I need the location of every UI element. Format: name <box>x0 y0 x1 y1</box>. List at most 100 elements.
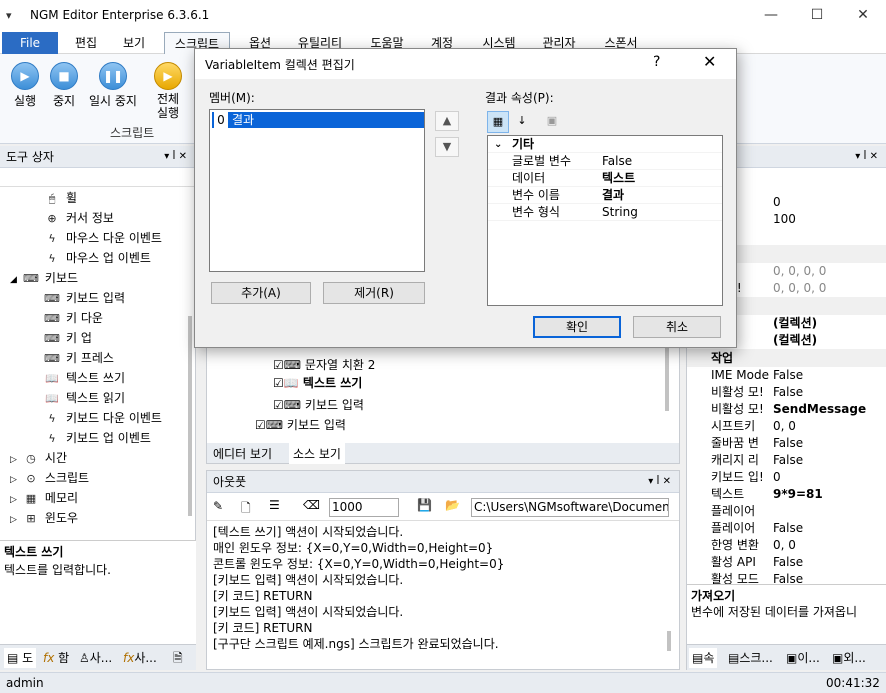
cancel-button[interactable]: 취소 <box>633 316 721 338</box>
stop-button[interactable]: ■ 중지 <box>44 62 84 109</box>
collapse-arrow-icon[interactable]: ▷ <box>10 455 17 465</box>
member-item-selected[interactable]: 0 결과 <box>212 112 424 128</box>
pane-pin-icon[interactable]: ▾ ꟾ ✕ <box>164 146 187 168</box>
toolbox-scrollbar[interactable] <box>188 316 192 516</box>
property-row[interactable]: 한영 변환 0, 0 <box>687 537 886 554</box>
grid-row-data[interactable]: 데이터 텍스트 <box>488 170 722 187</box>
move-up-icon[interactable]: ▲ <box>435 111 459 131</box>
lines-icon[interactable]: ☰ <box>269 498 280 512</box>
editor-item-text-write[interactable]: ☑📖 텍스트 쓰기 <box>273 373 362 393</box>
add-button[interactable]: 추가(A) <box>211 282 311 304</box>
property-row[interactable]: 캐리지 리 False <box>687 452 886 469</box>
tree-item-mouse-up[interactable]: ϟ 마우스 업 이벤트 <box>44 248 151 268</box>
property-row[interactable]: 플레이어 <box>687 503 886 520</box>
collapse-arrow-icon[interactable]: ▷ <box>10 475 17 485</box>
tree-item-memory[interactable]: ▷ ▦ 메모리 <box>10 488 78 508</box>
checkbox-checked-icon[interactable]: ☑ <box>273 358 284 372</box>
tab-user-functions[interactable]: fx사... <box>120 648 160 668</box>
expand-arrow-icon[interactable]: ◢ <box>10 275 17 285</box>
property-row[interactable]: IME Mode False <box>687 367 886 384</box>
collapse-arrow-icon[interactable]: ▷ <box>10 495 17 505</box>
property-row[interactable]: 비활성 모! False <box>687 384 886 401</box>
checkbox-checked-icon[interactable]: ☑ <box>255 418 266 432</box>
property-category[interactable]: 작업 <box>687 349 886 367</box>
pane-pin-icon[interactable]: ▾ ꟾ ✕ <box>855 146 878 168</box>
tab-source-view[interactable]: 소스 보기 <box>289 443 345 464</box>
eraser-icon[interactable]: ⌫ <box>303 498 320 512</box>
run-all-button[interactable]: ▶ 전체 실행 <box>148 62 188 120</box>
property-row[interactable]: 키보드 입! 0 <box>687 469 886 486</box>
pause-button[interactable]: ❚❚ 일시 중지 <box>84 62 142 109</box>
property-pages-icon[interactable]: ▣ <box>541 111 563 133</box>
tree-item-keyboard-input[interactable]: ⌨ 키보드 입력 <box>44 288 125 308</box>
tree-item-keyboard-down-event[interactable]: ϟ 키보드 다운 이벤트 <box>44 408 162 428</box>
folder-icon[interactable]: 📂 <box>445 498 460 512</box>
members-list[interactable]: 0 결과 <box>209 109 425 272</box>
dialog-close-button[interactable]: ✕ <box>703 52 716 71</box>
collapse-chevron-icon[interactable]: ⌄ <box>494 136 502 153</box>
editor-item-keyboard-input-2[interactable]: ☑⌨ 키보드 입력 <box>255 415 346 435</box>
tree-item-keyboard-up-event[interactable]: ϟ 키보드 업 이벤트 <box>44 428 151 448</box>
property-value: 0, 0 <box>773 419 796 433</box>
property-row[interactable]: 줄바꿈 변 False <box>687 435 886 452</box>
tree-item-key-down[interactable]: ⌨ 키 다운 <box>44 308 103 328</box>
editor-scrollbar[interactable] <box>665 341 669 411</box>
grid-row-global[interactable]: 글로벌 변수 False <box>488 153 722 170</box>
tab-document[interactable]: 🗎 <box>170 648 186 668</box>
tree-item-wheel[interactable]: 🖱 휠 <box>44 188 77 208</box>
editor-item-replace[interactable]: ☑⌨ 문자열 치환 2 <box>273 355 375 375</box>
tree-item-cursor-info[interactable]: ⊕ 커서 정보 <box>44 208 114 228</box>
tab-functions[interactable]: fx 함 <box>40 648 72 668</box>
help-button[interactable]: ? <box>653 54 660 70</box>
tree-item-text-write[interactable]: 📖 텍스트 쓰기 <box>44 368 125 388</box>
path-field[interactable]: C:\Users\NGMsoftware\Documents\ <box>471 498 669 517</box>
document-settings-icon[interactable]: 🗋 <box>241 499 251 520</box>
minimize-button[interactable]: — <box>748 0 794 32</box>
output-scrollbar[interactable] <box>667 631 671 651</box>
tree-item-time[interactable]: ▷ ◷ 시간 <box>10 448 67 468</box>
tab-editor-view[interactable]: 에디터 보기 <box>213 445 272 462</box>
property-row[interactable]: 시프트키 0, 0 <box>687 418 886 435</box>
checkbox-checked-icon[interactable]: ☑ <box>273 398 284 412</box>
run-button[interactable]: ▶ 실행 <box>5 62 45 109</box>
tab-toolbox[interactable]: ▤ 도 <box>4 648 37 668</box>
tab-properties[interactable]: ▤속 <box>689 648 718 668</box>
remove-button[interactable]: 제거(R) <box>323 282 425 304</box>
property-row[interactable]: 활성 API False <box>687 554 886 571</box>
categorized-icon[interactable]: ▦ <box>487 111 509 133</box>
tree-item-key-up[interactable]: ⌨ 키 업 <box>44 328 92 348</box>
property-row[interactable]: 비활성 모! SendMessage <box>687 401 886 418</box>
property-row[interactable]: 플레이어 False <box>687 520 886 537</box>
tab-external[interactable]: ▣외... <box>829 648 869 668</box>
menu-file[interactable]: File <box>2 32 58 54</box>
tab-image[interactable]: ▣이... <box>783 648 823 668</box>
tree-item-key-press[interactable]: ⌨ 키 프레스 <box>44 348 114 368</box>
tree-item-keyboard-group[interactable]: ◢ ⌨ 키보드 <box>10 268 78 288</box>
grid-category[interactable]: ⌄ 기타 <box>488 136 722 153</box>
menu-edit[interactable]: 편집 <box>66 32 106 54</box>
move-down-icon[interactable]: ▼ <box>435 137 459 157</box>
collapse-arrow-icon[interactable]: ▷ <box>10 515 17 525</box>
tree-item-text-read[interactable]: 📖 텍스트 읽기 <box>44 388 125 408</box>
alphabetical-icon[interactable]: ↓ <box>511 111 533 133</box>
grid-row-name[interactable]: 변수 이름 결과 <box>488 187 722 204</box>
menu-view[interactable]: 보기 <box>114 32 154 54</box>
checkbox-checked-icon[interactable]: ☑ <box>273 376 284 390</box>
clear-brush-icon[interactable]: ✎ <box>213 499 223 513</box>
save-icon[interactable]: 💾 <box>417 498 432 512</box>
tab-script[interactable]: ▤스크... <box>725 648 776 668</box>
maximize-button[interactable]: ☐ <box>794 0 840 32</box>
ok-button[interactable]: 확인 <box>533 316 621 338</box>
tab-user[interactable]: ♙사... <box>76 648 115 668</box>
tree-item-script[interactable]: ▷ ⊙ 스크립트 <box>10 468 89 488</box>
log-count-input[interactable]: 1000 <box>329 498 399 517</box>
pane-pin-icon[interactable]: ▾ ꟾ ✕ <box>648 471 671 493</box>
tree-item-mouse-down[interactable]: ϟ 마우스 다운 이벤트 <box>44 228 162 248</box>
property-row[interactable]: 텍스트 9*9=81 <box>687 486 886 503</box>
grid-row-type[interactable]: 변수 형식 String <box>488 204 722 221</box>
app-menu-icon[interactable]: ▾ <box>6 9 18 22</box>
tree-item-window[interactable]: ▷ ⊞ 윈도우 <box>10 508 78 528</box>
toolbox-search[interactable] <box>0 169 195 187</box>
editor-item-keyboard-input[interactable]: ☑⌨ 키보드 입력 <box>273 395 364 415</box>
close-button[interactable]: ✕ <box>840 0 886 32</box>
